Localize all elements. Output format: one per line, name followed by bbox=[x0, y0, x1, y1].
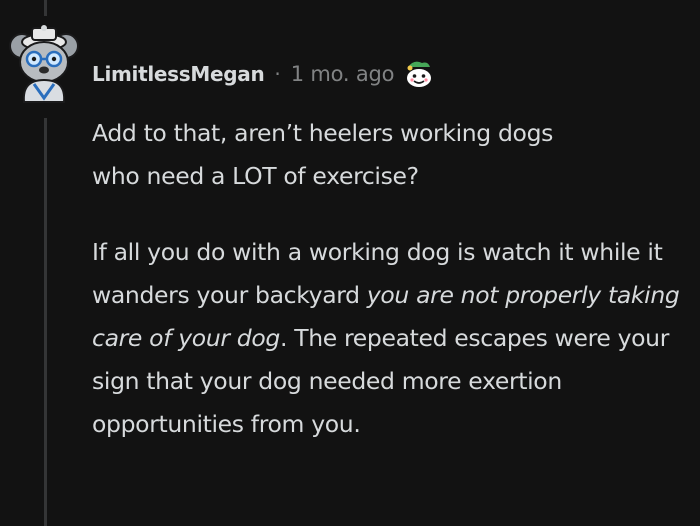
wholesome-award-icon bbox=[407, 61, 432, 87]
snoo-avatar-icon bbox=[9, 25, 79, 103]
paragraph-line: Add to that, aren’t heelers working dogs bbox=[92, 119, 554, 147]
award-badge[interactable] bbox=[402, 57, 436, 91]
author-avatar[interactable] bbox=[8, 14, 80, 104]
comment-body: Add to that, aren’t heelers working dogs… bbox=[92, 112, 692, 446]
author-username[interactable]: LimitlessMegan bbox=[92, 62, 265, 86]
paragraph-line: who need a LOT of exercise? bbox=[92, 162, 419, 190]
thread-collapse-line[interactable] bbox=[44, 118, 47, 526]
comment-timestamp[interactable]: 1 mo. ago bbox=[291, 62, 395, 86]
comment-paragraph: If all you do with a working dog is watc… bbox=[92, 231, 692, 446]
meta-separator: · bbox=[274, 62, 281, 86]
comment-paragraph: Add to that, aren’t heelers working dogs… bbox=[92, 112, 692, 198]
comment-header: LimitlessMegan · 1 mo. ago bbox=[92, 54, 436, 94]
